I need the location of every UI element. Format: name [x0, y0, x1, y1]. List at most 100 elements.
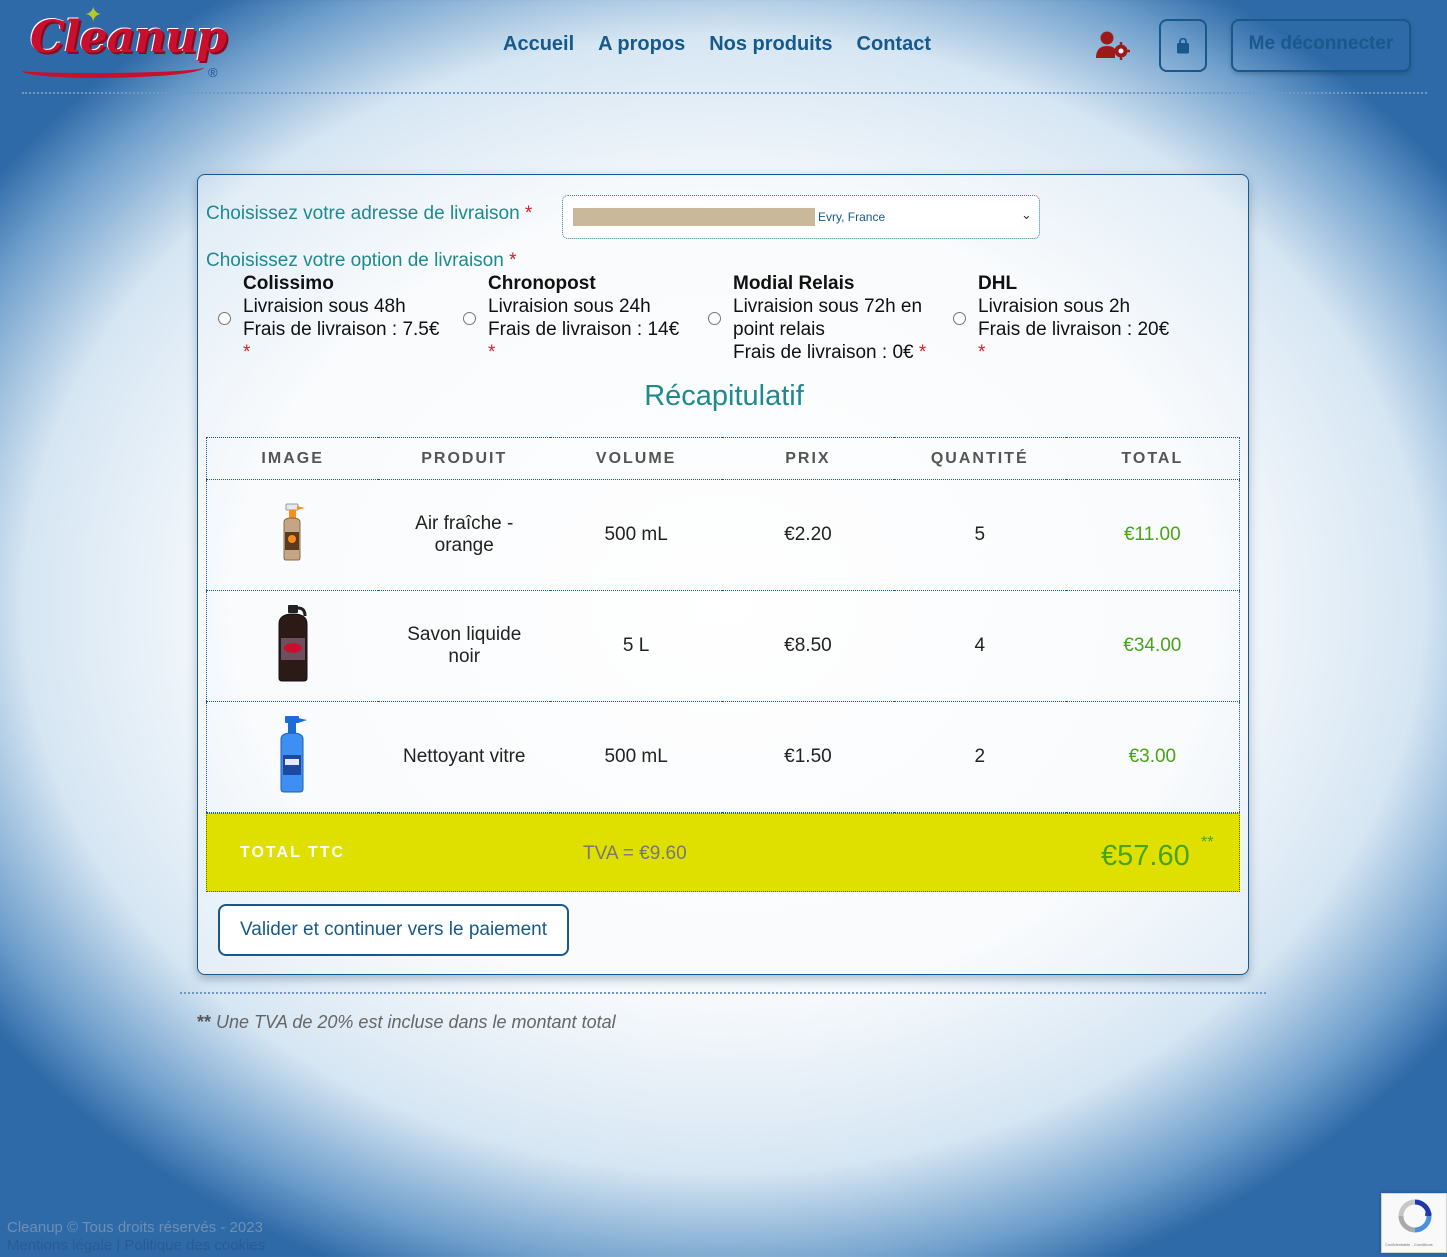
address-label: Choisissez votre adresse de livraison * — [206, 203, 532, 225]
shipping-name: Modial Relais — [733, 273, 855, 294]
recap-title: Récapitulatif — [644, 380, 804, 412]
liquid-soap-image — [278, 605, 308, 682]
col-header-quantity: QUANTITÉ — [893, 437, 1066, 480]
required-mark: * — [524, 203, 533, 224]
shipping-fee: Frais de livraison : 7.5€ — [243, 319, 440, 340]
user-settings-icon[interactable] — [1096, 30, 1130, 60]
product-quantity: 4 — [893, 590, 1066, 702]
col-header-volume: VOLUME — [550, 437, 723, 480]
site-footer: Cleanup © Tous droits réservés - 2023 Me… — [7, 1219, 265, 1255]
total-ttc-row: TOTAL TTC TVA = €9.60 €57.60 ** — [206, 813, 1240, 892]
nav-contact[interactable]: Contact — [857, 33, 931, 56]
required-mark: * — [509, 250, 517, 271]
product-volume: 5 L — [550, 590, 723, 702]
nav-nos-produits[interactable]: Nos produits — [709, 33, 832, 56]
product-volume: 500 mL — [550, 701, 723, 813]
footer-copyright: Cleanup © Tous droits réservés - 2023 — [7, 1219, 263, 1236]
required-mark: * — [918, 342, 927, 363]
shipping-name: Colissimo — [243, 273, 334, 294]
logo-swoosh — [22, 60, 204, 78]
site-header: ✦ Cleanup ® Accueil A propos Nos produit… — [0, 0, 1447, 96]
logout-button[interactable]: Me déconnecter — [1231, 19, 1411, 72]
product-name-cell: Air fraîche - orange — [378, 479, 551, 591]
col-header-total: TOTAL — [1065, 437, 1240, 480]
footer-cookies-link[interactable]: Politique des cookies — [124, 1237, 265, 1254]
required-mark: * — [978, 342, 986, 363]
shipping-delay: Livraision sous 24h — [488, 296, 651, 317]
product-name: Air fraîche - orange — [415, 513, 514, 556]
footer-legal-link[interactable]: Mentions légale — [7, 1237, 112, 1254]
table-header-row: IMAGE PRODUIT VOLUME PRIX QUANTITÉ TOTAL — [206, 437, 1240, 480]
shipping-delay: Livraision sous 2h — [978, 296, 1131, 317]
shipping-radio-colissimo[interactable] — [218, 312, 231, 325]
shopping-bag-icon — [1177, 37, 1189, 53]
product-volume: 500 mL — [550, 479, 723, 591]
required-mark: * — [243, 342, 251, 363]
required-mark: * — [488, 342, 496, 363]
recaptcha-badge[interactable]: Confidentialité - Conditions — [1381, 1193, 1447, 1253]
tva-amount: TVA = €9.60 — [583, 843, 687, 864]
product-name-cell: Savon liquide noir — [378, 590, 551, 702]
product-price: €8.50 — [722, 590, 894, 702]
recaptcha-terms[interactable]: Confidentialité - Conditions — [1385, 1242, 1433, 1247]
shipping-radio-dhl[interactable] — [953, 312, 966, 325]
grand-total-footnote-mark: ** — [1201, 834, 1214, 851]
validate-payment-button[interactable]: Valider et continuer vers le paiement — [218, 904, 569, 956]
shipping-delay: Livraision sous 48h — [243, 296, 406, 317]
recaptcha-icon — [1398, 1199, 1432, 1233]
shipping-delay: Livraision sous 72h en point relais — [733, 296, 923, 340]
tva-note: ** Une TVA de 20% est incluse dans le mo… — [197, 1012, 616, 1033]
product-total: €34.00 — [1065, 590, 1240, 702]
shipping-name: Chronopost — [488, 273, 596, 294]
address-label-text: Choisissez votre adresse de livraison — [206, 203, 520, 224]
nav-a-propos[interactable]: A propos — [598, 33, 685, 56]
main-nav: Accueil A propos Nos produits Contact — [503, 33, 931, 56]
product-price: €2.20 — [722, 479, 894, 591]
cart-table: IMAGE PRODUIT VOLUME PRIX QUANTITÉ TOTAL — [206, 437, 1240, 813]
table-row: Air fraîche - orange 500 mL €2.20 5 €11.… — [206, 479, 1240, 591]
shipping-fee: Frais de livraison : 14€ — [488, 319, 680, 340]
address-select[interactable]: Evry, France ⌄ — [562, 195, 1040, 239]
air-freshener-image — [283, 503, 305, 561]
product-name: Savon liquide noir — [407, 624, 522, 667]
product-quantity: 5 — [893, 479, 1066, 591]
product-image-cell — [206, 479, 379, 591]
col-header-price: PRIX — [722, 437, 894, 480]
content-divider — [180, 992, 1266, 994]
nav-accueil[interactable]: Accueil — [503, 33, 574, 56]
shipping-name: DHL — [978, 273, 1018, 294]
checkout-card: Choisissez votre adresse de livraison * … — [197, 174, 1249, 975]
glass-cleaner-image — [280, 716, 307, 793]
registered-mark: ® — [208, 65, 218, 80]
product-image-cell — [206, 701, 379, 813]
shipping-label: Choisissez votre option de livraison * — [206, 250, 517, 272]
total-ttc-label: TOTAL TTC — [240, 844, 346, 861]
product-price: €1.50 — [722, 701, 894, 813]
logo-text: Cleanup — [30, 12, 227, 63]
footer-separator: | — [112, 1237, 125, 1254]
cart-button[interactable] — [1159, 19, 1207, 72]
tva-note-stars: ** — [197, 1012, 212, 1032]
shipping-fee: Frais de livraison : 20€ — [978, 319, 1170, 340]
table-row: Nettoyant vitre 500 mL €1.50 2 €3.00 — [206, 701, 1240, 813]
shipping-label-text: Choisissez votre option de livraison — [206, 250, 504, 271]
address-city: Evry, France — [818, 210, 886, 224]
cleanup-logo[interactable]: ✦ Cleanup ® — [22, 2, 227, 84]
product-quantity: 2 — [893, 701, 1066, 813]
chevron-down-icon: ⌄ — [1021, 207, 1032, 222]
col-header-product: PRODUIT — [378, 437, 551, 480]
shipping-radio-chronopost[interactable] — [463, 312, 476, 325]
product-name-cell: Nettoyant vitre — [378, 701, 551, 813]
table-row: Savon liquide noir 5 L €8.50 4 €34.00 — [206, 590, 1240, 702]
tva-note-text: Une TVA de 20% est incluse dans le monta… — [211, 1012, 616, 1032]
col-header-image: IMAGE — [206, 437, 379, 480]
grand-total: €57.60 — [1101, 840, 1190, 872]
product-name: Nettoyant vitre — [403, 746, 526, 767]
product-total: €3.00 — [1065, 701, 1240, 813]
redacted-address — [573, 208, 815, 226]
header-divider — [22, 92, 1427, 94]
product-image-cell — [206, 590, 379, 702]
product-total: €11.00 — [1065, 479, 1240, 591]
shipping-fee: Frais de livraison : 0€ — [733, 342, 914, 363]
shipping-radio-modial-relais[interactable] — [708, 312, 721, 325]
